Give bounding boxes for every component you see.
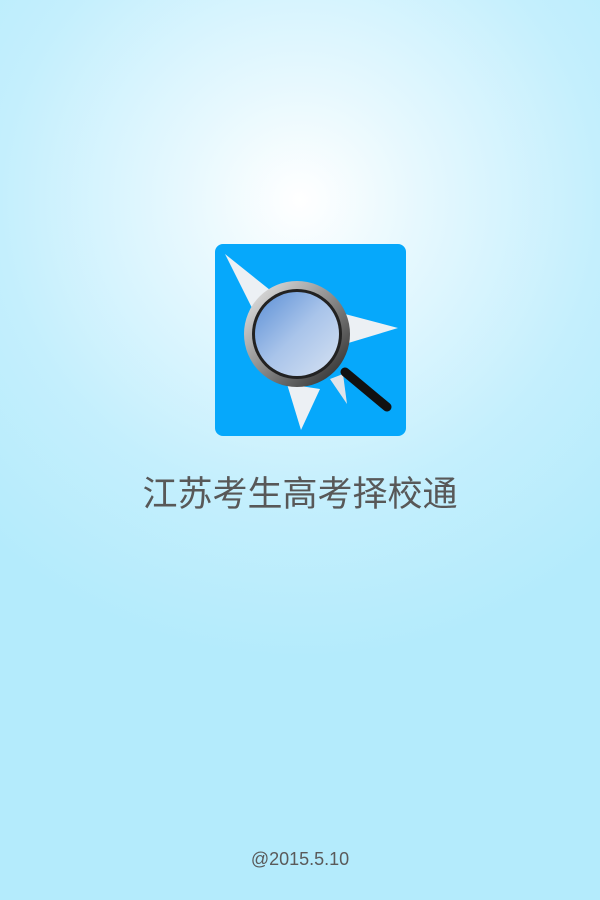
app-logo-icon [215, 244, 406, 436]
version-date: @2015.5.10 [250, 849, 350, 869]
app-title: 江苏考生高考择校通 [142, 475, 458, 515]
